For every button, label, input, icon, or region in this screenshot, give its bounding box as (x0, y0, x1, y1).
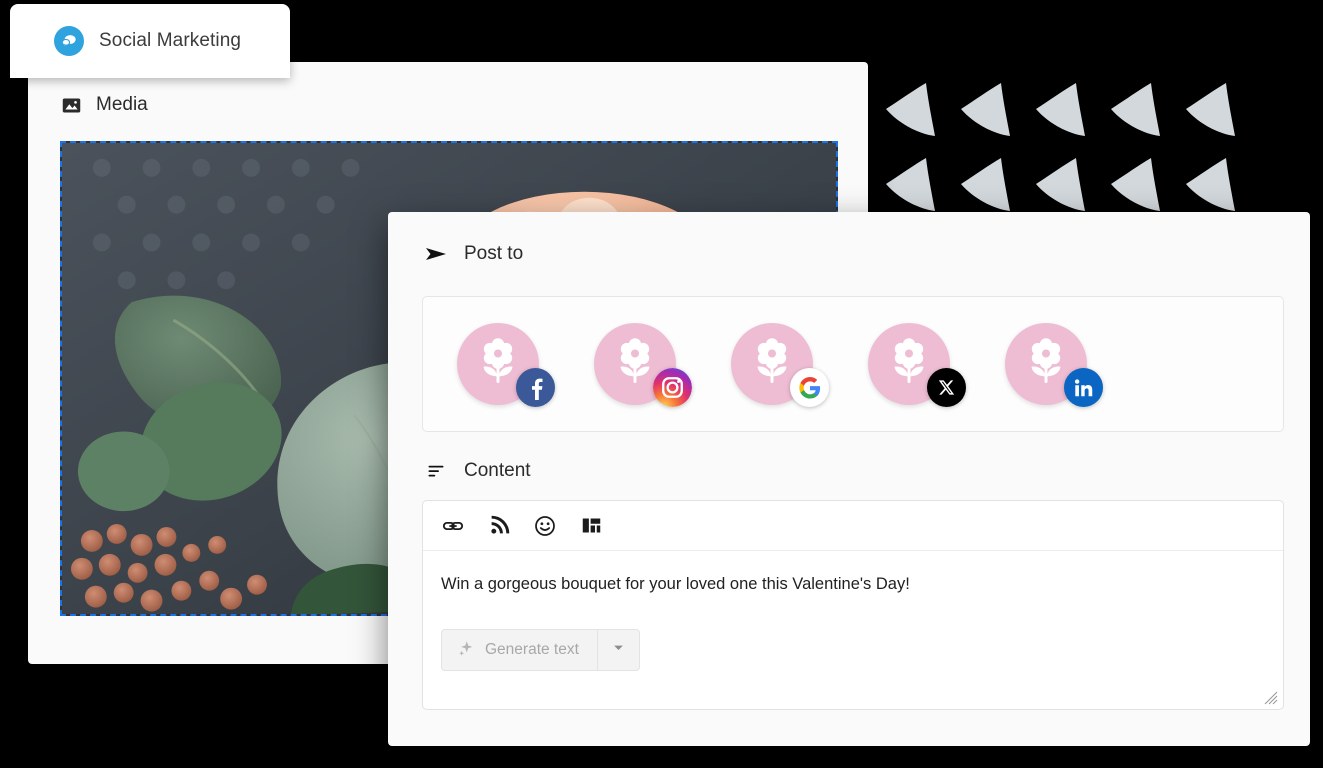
post-composer-panel: Post to Content Win a gorgeous bouquet f… (388, 212, 1310, 746)
emoji-icon[interactable] (533, 514, 557, 538)
cursor-arrow-icon (1030, 78, 1094, 142)
cursor-arrow-icon (880, 78, 944, 142)
chevron-down-icon (611, 640, 626, 660)
x-badge-icon (927, 368, 966, 407)
content-section-label: Content (464, 460, 531, 481)
cursor-arrow-icon (880, 153, 944, 217)
layout-icon[interactable] (579, 514, 603, 538)
account-linkedin[interactable] (1005, 323, 1103, 407)
generate-text-control[interactable]: Generate text (441, 629, 640, 671)
send-arrow-icon (424, 242, 448, 266)
post-to-section-label: Post to (464, 243, 524, 264)
content-section-header: Content (424, 460, 531, 482)
app-title-label: Social Marketing (99, 30, 242, 51)
rss-icon[interactable] (487, 514, 511, 538)
editor-toolbar (423, 501, 1283, 551)
media-section-label: Media (96, 94, 148, 115)
screenshot-canvas: Social Marketing Media Post to Content W… (0, 0, 1323, 768)
text-lines-icon (424, 461, 448, 481)
content-editor: Win a gorgeous bouquet for your loved on… (422, 500, 1284, 710)
cursor-arrow-icon (1030, 153, 1094, 217)
generate-text-label: Generate text (485, 641, 579, 658)
post-to-section-header: Post to (388, 212, 1310, 266)
generate-text-dropdown[interactable] (596, 630, 639, 670)
cursor-arrow-icon (1105, 153, 1169, 217)
image-icon (60, 94, 82, 116)
cursor-arrow-icon (1180, 78, 1244, 142)
account-instagram[interactable] (594, 323, 692, 407)
cursor-arrow-icon (955, 153, 1019, 217)
textarea-resize-handle[interactable] (1264, 691, 1278, 705)
link-icon[interactable] (441, 514, 465, 538)
facebook-badge-icon (516, 368, 555, 407)
account-facebook[interactable] (457, 323, 555, 407)
sparkle-icon (457, 639, 475, 662)
linkedin-badge-icon (1064, 368, 1103, 407)
cursor-arrow-icon (1180, 153, 1244, 217)
generate-text-button[interactable]: Generate text (442, 630, 597, 670)
accounts-list (422, 296, 1284, 432)
instagram-badge-icon (653, 368, 692, 407)
cursor-arrow-icon (955, 78, 1019, 142)
google-badge-icon (790, 368, 829, 407)
account-google[interactable] (731, 323, 829, 407)
account-x[interactable] (868, 323, 966, 407)
content-text[interactable]: Win a gorgeous bouquet for your loved on… (423, 551, 1283, 594)
decorative-arrow-field (872, 70, 1323, 220)
app-title-tab[interactable]: Social Marketing (10, 4, 290, 78)
chat-bubbles-icon (54, 26, 84, 56)
cursor-arrow-icon (1105, 78, 1169, 142)
